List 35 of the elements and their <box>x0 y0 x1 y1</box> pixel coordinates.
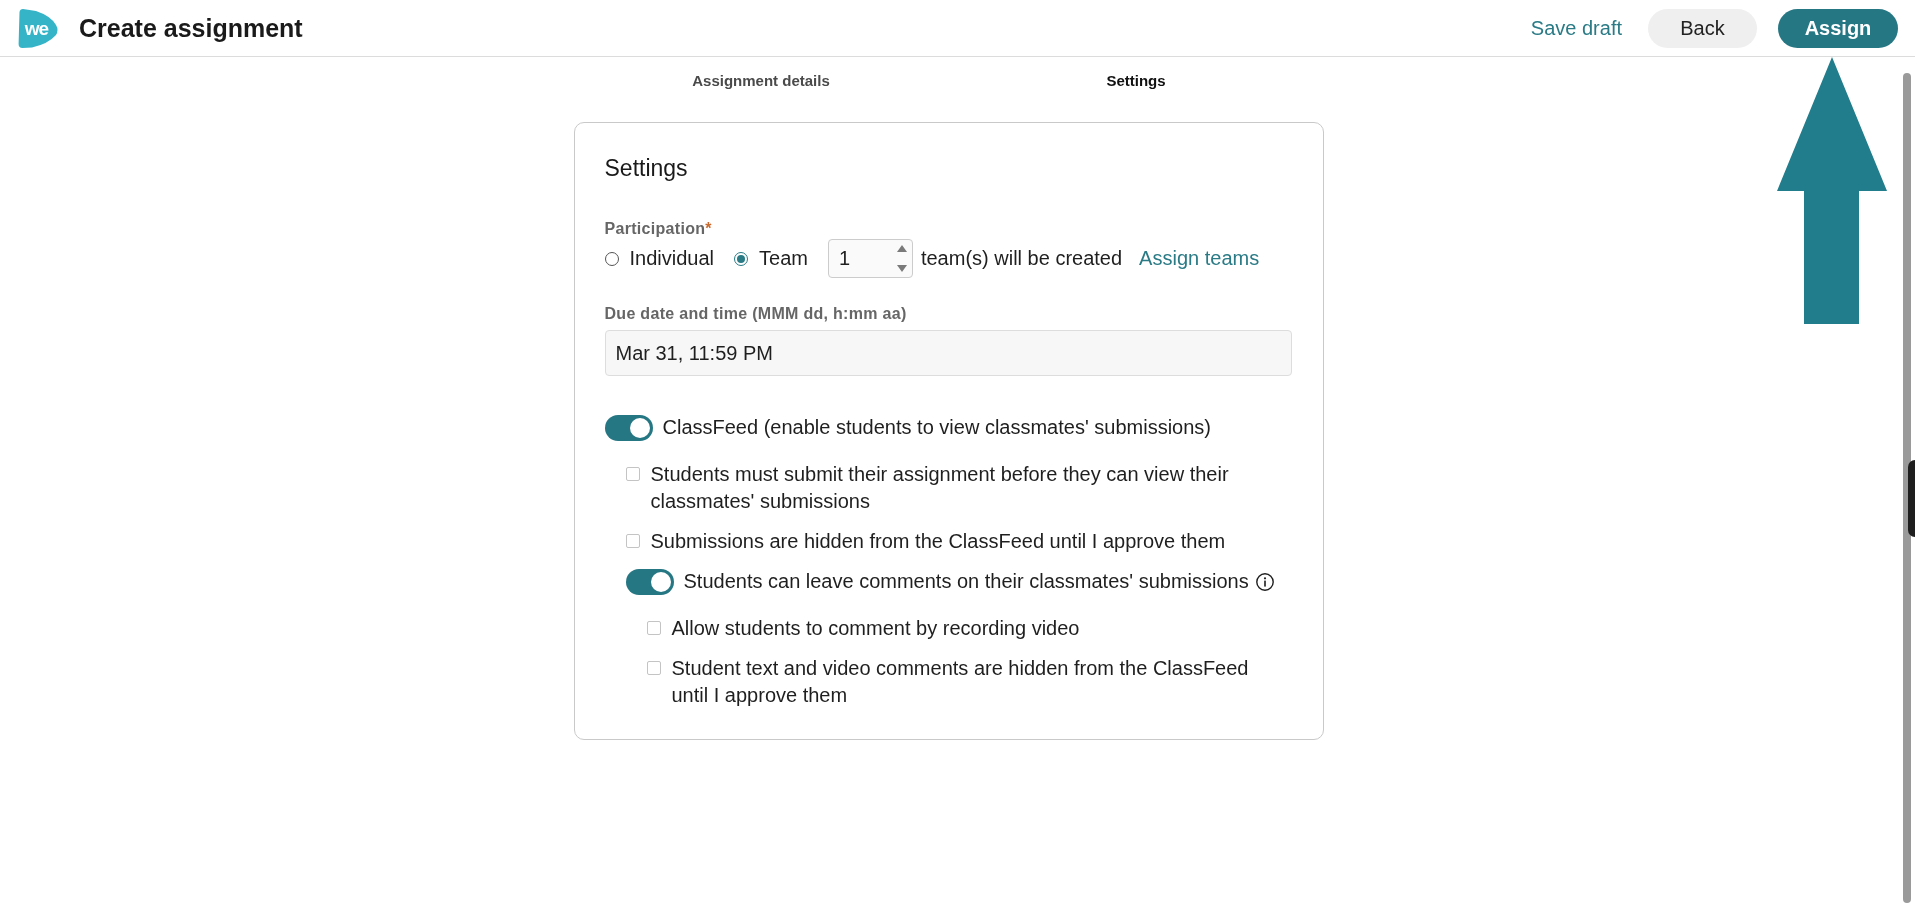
info-icon[interactable] <box>1255 572 1274 591</box>
scrollbar[interactable] <box>1903 73 1911 903</box>
back-button[interactable]: Back <box>1648 8 1757 48</box>
assign-button[interactable]: Assign <box>1778 8 1898 48</box>
toggle-switch[interactable] <box>625 568 674 595</box>
save-draft-link[interactable]: Save draft <box>1530 16 1622 40</box>
checkbox-label: Students must submit their assignment before they can view their classmates' submissions <box>650 462 1230 514</box>
toggle-label: ClassFeed (enable students to view classmates' submissions) <box>662 415 1211 440</box>
step-tab[interactable]: Assignment details <box>688 69 834 91</box>
checkbox-label: Submissions are hidden from the ClassFeed until I approve them <box>650 529 1226 554</box>
checkbox-label: Allow students to comment by recording video <box>671 616 1080 641</box>
increment-arrow-icon[interactable] <box>896 245 907 252</box>
checkbox[interactable] <box>625 467 640 481</box>
checkbox-label: Student text and video comments are hidden from the ClassFeed until I approve them <box>671 656 1250 708</box>
due-date-field[interactable]: Mar 31, 11:59 PM <box>604 330 1292 376</box>
team-count-text: team(s) will be created <box>920 247 1123 270</box>
radio-button[interactable] <box>604 251 619 266</box>
app-logo: we <box>18 7 59 49</box>
radio-label[interactable]: Individual <box>629 247 714 270</box>
checkbox[interactable] <box>625 534 640 548</box>
participation-label: Participation* <box>604 219 713 239</box>
card-title: Settings <box>604 154 689 182</box>
team-count-field[interactable]: 1 <box>827 239 913 278</box>
checkbox[interactable] <box>646 661 661 675</box>
due-date-label: Due date and time (MMM dd, h:mm aa) <box>604 304 908 324</box>
toggle-label: Students can leave comments on their classmates' submissions <box>683 569 1249 594</box>
assign-teams-link[interactable]: Assign teams <box>1139 247 1260 270</box>
toggle-switch[interactable] <box>604 414 653 441</box>
radio-label[interactable]: Team <box>759 247 808 270</box>
step-tab[interactable]: Settings <box>1102 69 1170 91</box>
side-widget-tab[interactable] <box>1908 460 1915 537</box>
decrement-arrow-icon[interactable] <box>896 265 907 272</box>
radio-button[interactable] <box>734 251 748 266</box>
checkbox[interactable] <box>646 621 661 635</box>
page-title: Create assignment <box>79 13 303 44</box>
